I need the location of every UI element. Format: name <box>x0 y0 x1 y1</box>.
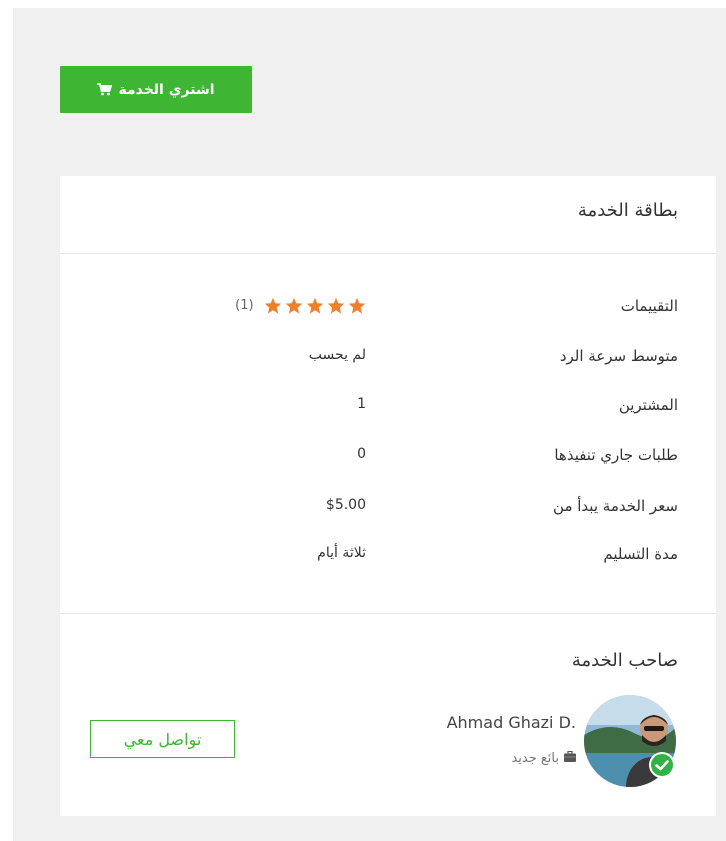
buy-service-button[interactable]: اشتري الخدمة <box>60 66 252 113</box>
service-owner-title: صاحب الخدمة <box>571 650 678 671</box>
stat-row-ratings: التقييمات (1) <box>60 297 716 327</box>
rating-value: (1) <box>235 297 366 314</box>
stat-row-buyers: المشترين 1 <box>60 396 716 426</box>
stat-value: 0 <box>357 446 366 462</box>
owner-level-label: بائع جديد <box>511 751 559 766</box>
stat-value: $5.00 <box>325 497 366 513</box>
rating-stars <box>264 297 366 314</box>
stat-row-delivery-time: مدة التسليم ثلاثة أيام <box>60 545 716 575</box>
star-icon <box>306 297 324 314</box>
owner-level: بائع جديد <box>511 750 576 766</box>
service-card-title: بطاقة الخدمة <box>60 176 716 254</box>
star-icon <box>327 297 345 314</box>
star-icon <box>348 297 366 314</box>
stat-label: التقييمات <box>620 297 678 315</box>
stat-label: متوسط سرعة الرد <box>559 347 678 365</box>
stat-row-starting-price: سعر الخدمة يبدأ من $5.00 <box>60 497 716 527</box>
stat-value: لم يحسب <box>308 347 366 363</box>
stat-label: سعر الخدمة يبدأ من <box>553 497 678 515</box>
stat-label: مدة التسليم <box>603 545 678 563</box>
stat-row-orders-in-progress: طلبات جاري تنفيذها 0 <box>60 446 716 476</box>
verified-check-icon <box>649 752 675 778</box>
stat-label: طلبات جاري تنفيذها <box>554 446 678 464</box>
owner-name[interactable]: Ahmad Ghazi D. <box>447 713 576 732</box>
service-stats: التقييمات (1) متوسط سرعة الرد لم يحسب ال… <box>60 255 716 614</box>
stat-value: 1 <box>357 396 366 412</box>
briefcase-icon <box>564 750 576 766</box>
star-icon <box>285 297 303 314</box>
contact-me-button[interactable]: تواصل معي <box>90 720 235 758</box>
stat-value: ثلاثة أيام <box>317 545 366 561</box>
shopping-cart-icon <box>97 83 113 96</box>
star-icon <box>264 297 282 314</box>
rating-count: (1) <box>235 298 254 313</box>
service-card: بطاقة الخدمة التقييمات (1) متوسط سرعة ال… <box>60 176 716 816</box>
stat-row-response-time: متوسط سرعة الرد لم يحسب <box>60 347 716 377</box>
buy-button-label: اشتري الخدمة <box>118 81 215 98</box>
stat-label: المشترين <box>618 396 678 414</box>
